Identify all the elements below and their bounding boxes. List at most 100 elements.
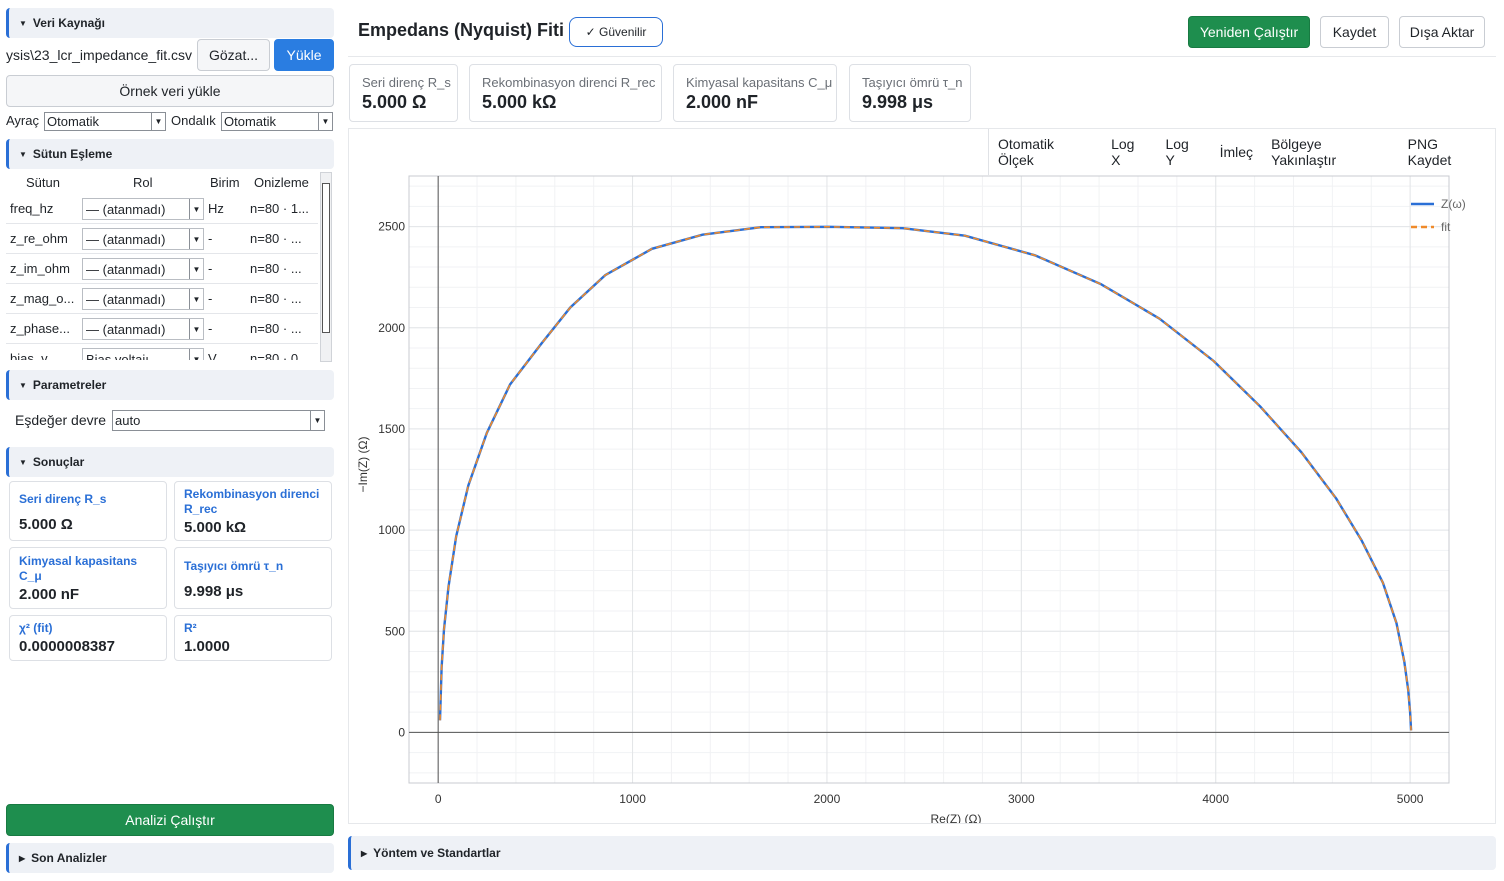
x-tick-label: 4000 xyxy=(1202,792,1229,806)
recent-analyses-heading: Son Analizler xyxy=(31,851,107,865)
unit-value: Hz xyxy=(208,201,224,216)
y-tick-label: 1500 xyxy=(378,422,405,436)
metric-card: Taşıyıcı ömrü τ_n 9.998 μs xyxy=(849,64,971,122)
autoscale-button[interactable]: Otomatik Ölçek xyxy=(998,136,1093,168)
mapping-table-header: Sütun Rol Birim Onizleme xyxy=(6,170,318,196)
save-button[interactable]: Kaydet xyxy=(1320,16,1389,48)
metric-title: Seri direnç R_s xyxy=(362,75,451,90)
table-row: freq_hz — (atanmadı) ▼ Hz n=80 · 1... xyxy=(6,194,318,224)
result-card: Seri direnç R_s 5.000 Ω xyxy=(9,481,167,541)
methods-header[interactable]: ▶ Yöntem ve Standartlar xyxy=(348,836,1496,870)
result-value: 9.998 μs xyxy=(184,583,244,600)
result-title: Rekombinasyon direnci R_rec xyxy=(184,487,320,516)
collapse-triangle-icon: ▼ xyxy=(19,457,27,467)
separator-value: Otomatik xyxy=(47,114,100,129)
load-sample-button[interactable]: Örnek veri yükle xyxy=(6,75,334,107)
zoom-region-button[interactable]: Bölgeye Yakınlaştır xyxy=(1271,136,1390,168)
legend-label: Z(ω) xyxy=(1441,197,1466,211)
app-root: ▼ Veri Kaynağı ysis\23_lcr_impedance_fit… xyxy=(0,0,1504,881)
preview-value: n=80 · ... xyxy=(250,291,302,306)
role-select[interactable]: — (atanmadı) ▼ xyxy=(82,258,204,280)
mapping-scrollbar[interactable] xyxy=(320,172,332,362)
load-label: Yükle xyxy=(286,47,322,63)
y-tick-label: 2500 xyxy=(378,220,405,234)
role-select[interactable]: — (atanmadı) ▼ xyxy=(82,228,204,250)
metric-title: Kimyasal kapasitans C_μ xyxy=(686,75,833,90)
cursor-button[interactable]: İmleç xyxy=(1220,144,1253,160)
data-source-header[interactable]: ▼ Veri Kaynağı xyxy=(6,8,334,38)
role-select[interactable]: — (atanmadı) ▼ xyxy=(82,288,204,310)
column-mapping-heading: Sütun Eşleme xyxy=(32,147,113,161)
role-select[interactable]: Bias voltajı ▼ xyxy=(82,348,204,360)
save-png-button[interactable]: PNG Kaydet xyxy=(1408,136,1485,168)
metric-card: Rekombinasyon direnci R_rec 5.000 kΩ xyxy=(469,64,662,122)
metric-card: Seri direnç R_s 5.000 Ω xyxy=(349,64,458,122)
load-button[interactable]: Yükle xyxy=(274,39,334,71)
x-tick-label: 3000 xyxy=(1008,792,1035,806)
role-value: — (atanmadı) xyxy=(86,231,166,247)
column-name: z_im_ohm xyxy=(10,261,70,276)
role-value: — (atanmadı) xyxy=(86,291,166,307)
column-mapping-table: Sütun Rol Birim Onizleme freq_hz — (atan… xyxy=(6,170,318,360)
y-tick-label: 2000 xyxy=(378,321,405,335)
chevron-down-icon: ▼ xyxy=(318,113,332,130)
circuit-value: auto xyxy=(115,413,141,428)
log-y-button[interactable]: Log Y xyxy=(1165,136,1201,168)
series-z-line xyxy=(438,225,1413,731)
file-path-field[interactable]: ysis\23_lcr_impedance_fit.csv xyxy=(6,40,192,70)
unit-value: V xyxy=(208,351,217,360)
decimal-select[interactable]: Otomatik ▼ xyxy=(221,112,333,131)
result-card: Kimyasal kapasitans C_μ 2.000 nF xyxy=(9,547,167,609)
result-value: 0.0000008387 xyxy=(19,638,115,655)
run-analysis-button[interactable]: Analizi Çalıştır xyxy=(6,804,334,836)
column-name: freq_hz xyxy=(10,201,54,216)
chevron-down-icon: ▼ xyxy=(189,349,203,360)
expand-triangle-icon: ▶ xyxy=(361,848,368,858)
table-row: bias_v Bias voltajı ▼ V n=80 · 0... xyxy=(6,344,318,360)
role-select[interactable]: — (atanmadı) ▼ xyxy=(82,198,204,220)
chevron-down-icon: ▼ xyxy=(189,229,203,249)
table-row: z_mag_o... — (atanmadı) ▼ - n=80 · ... xyxy=(6,284,318,314)
expand-triangle-icon: ▶ xyxy=(19,853,26,863)
recent-analyses-header[interactable]: ▶ Son Analizler xyxy=(6,843,334,873)
page-title: Empedans (Nyquist) Fiti xyxy=(358,20,565,40)
collapse-triangle-icon: ▼ xyxy=(19,18,27,28)
metric-value: 9.998 μs xyxy=(862,92,934,112)
result-title: R² xyxy=(184,621,197,635)
nyquist-chart[interactable]: 0 1000 2000 3000 4000 5000 0 500 1000 1500 2000 250… xyxy=(349,129,1495,826)
chevron-down-icon: ▼ xyxy=(189,259,203,279)
col-header-preview: Onizleme xyxy=(254,175,309,190)
browse-button[interactable]: Gözat... xyxy=(197,39,270,71)
metric-title: Taşıyıcı ömrü τ_n xyxy=(862,75,963,90)
results-header[interactable]: ▼ Sonuçlar xyxy=(6,447,334,477)
y-tick-label: 1000 xyxy=(378,523,405,537)
metric-title: Rekombinasyon direnci R_rec xyxy=(482,75,656,90)
chevron-down-icon: ▼ xyxy=(189,199,203,219)
chevron-down-icon: ▼ xyxy=(151,113,165,130)
export-label: Dışa Aktar xyxy=(1409,24,1475,40)
preview-value: n=80 · 0... xyxy=(250,351,309,360)
role-select[interactable]: — (atanmadı) ▼ xyxy=(82,318,204,340)
column-name: bias_v xyxy=(10,351,48,360)
x-tick-label: 1000 xyxy=(619,792,646,806)
circuit-label: Eşdeğer devre xyxy=(15,412,107,428)
parameters-header[interactable]: ▼ Parametreler xyxy=(6,370,334,400)
file-path-text: ysis\23_lcr_impedance_fit.csv xyxy=(6,47,192,63)
plot-area[interactable]: 0 1000 2000 3000 4000 5000 0 500 1000 1500 2000 250… xyxy=(348,128,1496,826)
decimal-label: Ondalık xyxy=(171,113,216,128)
status-badge[interactable]: ✓ Güvenilir xyxy=(569,17,663,47)
separator-select[interactable]: Otomatik ▼ xyxy=(44,112,166,131)
rerun-button[interactable]: Yeniden Çalıştır xyxy=(1188,16,1310,48)
column-mapping-header[interactable]: ▼ Sütun Eşleme xyxy=(6,139,334,169)
export-button[interactable]: Dışa Aktar xyxy=(1399,16,1485,48)
series-fit-line xyxy=(439,225,1412,731)
col-header-role: Rol xyxy=(133,175,153,190)
log-x-button[interactable]: Log X xyxy=(1111,136,1147,168)
role-value: — (atanmadı) xyxy=(86,321,166,337)
column-name: z_re_ohm xyxy=(10,231,68,246)
circuit-select[interactable]: auto ▼ xyxy=(112,410,325,431)
scrollbar-thumb[interactable] xyxy=(322,183,330,333)
header-divider xyxy=(348,56,1496,57)
x-axis-label: Re(Z) (Ω) xyxy=(931,812,982,823)
result-title: Kimyasal kapasitans C_μ xyxy=(19,554,138,583)
